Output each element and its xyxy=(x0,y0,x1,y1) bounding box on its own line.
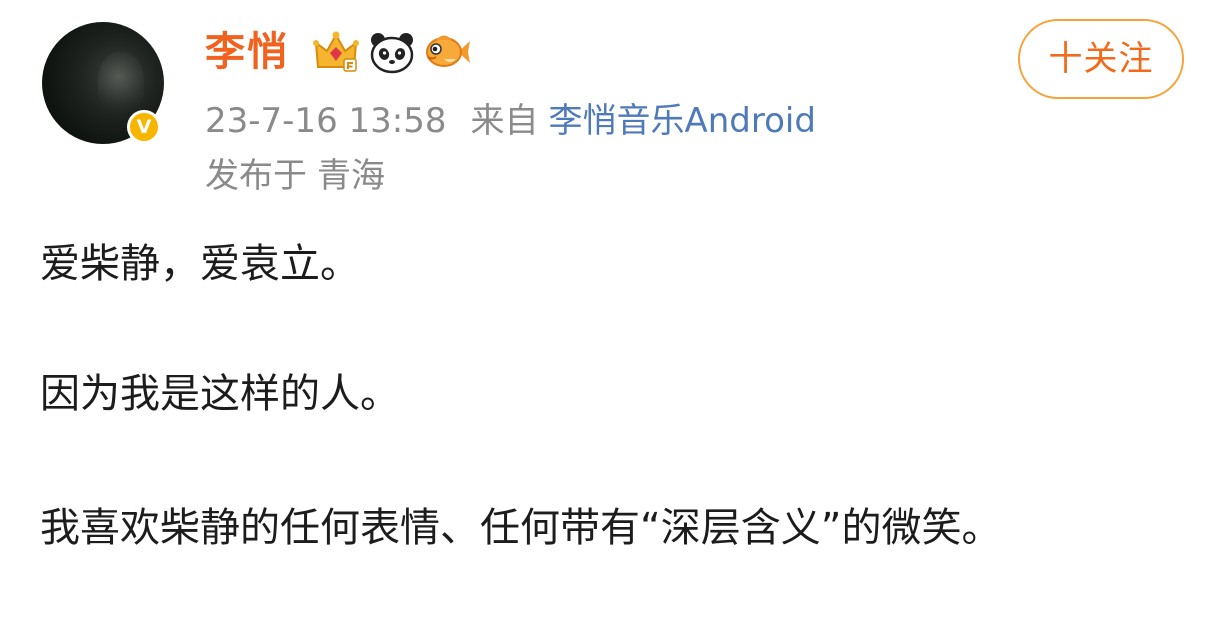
panda-icon[interactable] xyxy=(368,29,416,75)
crown-vip-icon[interactable] xyxy=(312,29,360,75)
avatar-face xyxy=(98,52,144,114)
post-timestamp: 23-7-16 13:58 xyxy=(205,101,447,141)
source-link[interactable]: 李悄音乐Android xyxy=(549,101,816,141)
weibo-post-card: V 李悄 十关注 23-7-16 13:58 来自 李悄音乐Android 发布… xyxy=(0,0,1230,631)
location-value: 青海 xyxy=(317,156,385,196)
post-paragraph: 我喜欢柴静的任何表情、任何带有“深层含义”的微笑。 xyxy=(40,505,1002,551)
verified-badge-icon: V xyxy=(127,110,161,144)
location-prefix: 发布于 xyxy=(205,156,307,196)
user-badges xyxy=(312,28,472,76)
goldfish-icon[interactable] xyxy=(424,29,472,75)
source-prefix: 来自 xyxy=(470,101,539,141)
follow-button[interactable]: 十关注 xyxy=(1018,19,1184,99)
post-meta: 23-7-16 13:58 来自 李悄音乐Android xyxy=(205,96,816,146)
post-location: 发布于 青海 xyxy=(205,151,385,201)
post-paragraph: 因为我是这样的人。 xyxy=(40,371,400,417)
post-paragraph: 爱柴静，爱袁立。 xyxy=(40,241,360,287)
username[interactable]: 李悄 xyxy=(205,25,289,79)
